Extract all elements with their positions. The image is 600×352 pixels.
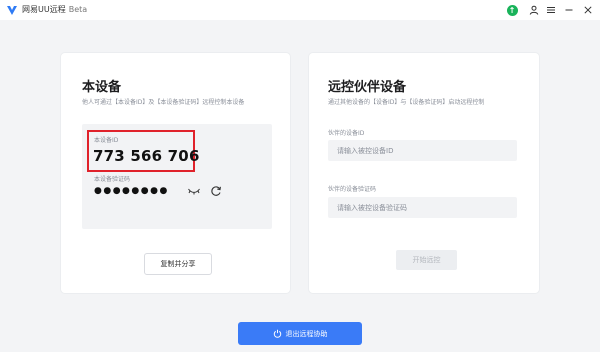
app-title: 网易UU远程 Beta <box>22 4 87 16</box>
device-id-label: 本设备ID <box>94 137 119 144</box>
device-id-value: 773 566 706 <box>93 147 200 165</box>
this-device-subtitle: 他人可通过【本设备ID】及【本设备验证码】远程控制本设备 <box>82 99 245 106</box>
menu-button[interactable] <box>543 2 559 18</box>
partner-code-label: 伙伴的设备验证码 <box>328 186 377 193</box>
partner-id-input[interactable] <box>328 140 517 161</box>
this-device-title: 本设备 <box>82 80 122 95</box>
eye-hidden-icon[interactable] <box>187 186 201 196</box>
remote-device-subtitle: 通过其他设备的【设备ID】与【设备验证码】启动远程控制 <box>328 99 485 106</box>
device-code-label: 本设备验证码 <box>94 176 131 183</box>
close-icon <box>584 6 592 14</box>
user-icon <box>529 5 539 15</box>
start-remote-button[interactable]: 开始远控 <box>396 250 457 270</box>
partner-code-input[interactable] <box>328 197 517 218</box>
device-code-value: ●●●●●●●● <box>94 186 169 196</box>
refresh-icon[interactable] <box>210 185 222 197</box>
minimize-icon <box>565 9 573 11</box>
uu-logo-icon <box>7 6 17 15</box>
power-icon <box>273 329 281 338</box>
beta-badge: Beta <box>68 5 88 14</box>
partner-id-label: 伙伴的设备ID <box>328 130 365 137</box>
remote-device-card: 远控伙伴设备 通过其他设备的【设备ID】与【设备验证码】启动远程控制 伙伴的设备… <box>309 53 539 293</box>
this-device-card: 本设备 他人可通过【本设备ID】及【本设备验证码】远程控制本设备 本设备ID 7… <box>61 53 290 293</box>
remote-device-title: 远控伙伴设备 <box>328 80 407 95</box>
minimize-button[interactable] <box>561 2 577 18</box>
copy-share-button[interactable]: 复制并分享 <box>144 253 212 275</box>
user-button[interactable] <box>526 2 542 18</box>
title-bar: 网易UU远程 Beta ↑ <box>0 0 600 20</box>
upgrade-icon: ↑ <box>506 4 518 16</box>
upgrade-button[interactable]: ↑ <box>504 2 520 18</box>
app-name: 网易UU远程 <box>22 5 66 14</box>
close-button[interactable] <box>580 2 596 18</box>
exit-button-label: 退出远程协助 <box>285 329 328 338</box>
exit-remote-assist-button[interactable]: 退出远程协助 <box>238 322 362 345</box>
menu-icon <box>547 7 555 13</box>
